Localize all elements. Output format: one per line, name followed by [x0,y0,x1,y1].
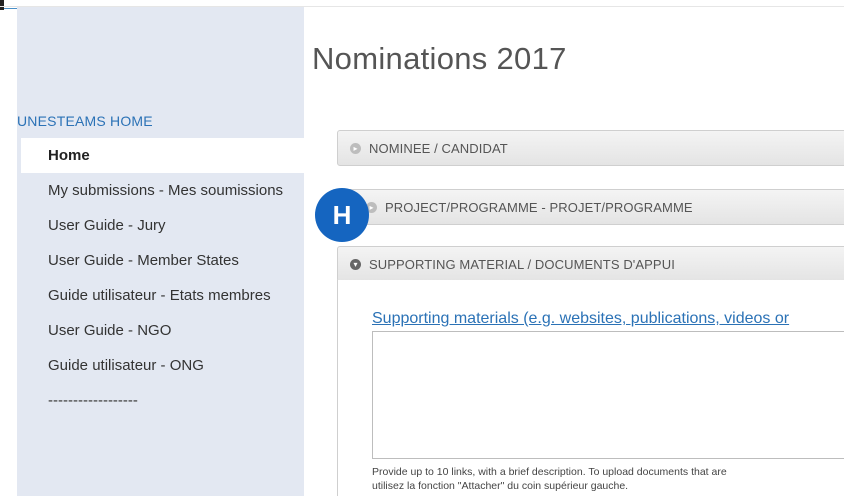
page-title: Nominations 2017 [312,40,567,76]
section-label: NOMINEE / CANDIDAT [369,140,508,156]
sidebar-item-user-guide-ngo[interactable]: User Guide - NGO [21,313,304,348]
sidebar-heading-link[interactable]: UNESTEAMS HOME [17,113,153,129]
sidebar-item-user-guide-member-states[interactable]: User Guide - Member States [21,243,304,278]
section-project[interactable]: ▸ PROJECT/PROGRAMME - PROJET/PROGRAMME [337,189,844,225]
supporting-help-text: Provide up to 10 links, with a brief des… [372,465,844,493]
sidebar-item-user-guide-jury[interactable]: User Guide - Jury [21,208,304,243]
step-badge: H [315,188,369,242]
supporting-materials-label: Supporting materials (e.g. websites, pub… [372,310,790,327]
help-line-1: Provide up to 10 links, with a brief des… [372,466,727,478]
section-supporting-material[interactable]: ▾ SUPPORTING MATERIAL / DOCUMENTS D'APPU… [337,246,844,282]
sidebar-nav: Home My submissions - Mes soumissions Us… [21,138,304,418]
sidebar-item-home[interactable]: Home [21,138,304,173]
sidebar-item-my-submissions[interactable]: My submissions - Mes soumissions [21,173,304,208]
section-nominee[interactable]: ▸ NOMINEE / CANDIDAT [337,130,844,166]
sidebar-item-guide-ong[interactable]: Guide utilisateur - ONG [21,348,304,383]
collapse-icon: ▾ [350,258,361,270]
expand-icon: ▸ [350,142,361,154]
help-line-2: utilisez la fonction "Attacher" du coin … [372,480,629,492]
section-label: PROJECT/PROGRAMME - PROJET/PROGRAMME [385,199,693,215]
section-label: SUPPORTING MATERIAL / DOCUMENTS D'APPUI [369,256,675,272]
sidebar-separator: ------------------ [48,392,138,409]
sidebar-item-guide-etats-membres[interactable]: Guide utilisateur - Etats membres [21,278,304,313]
supporting-materials-textarea[interactable] [372,331,844,459]
